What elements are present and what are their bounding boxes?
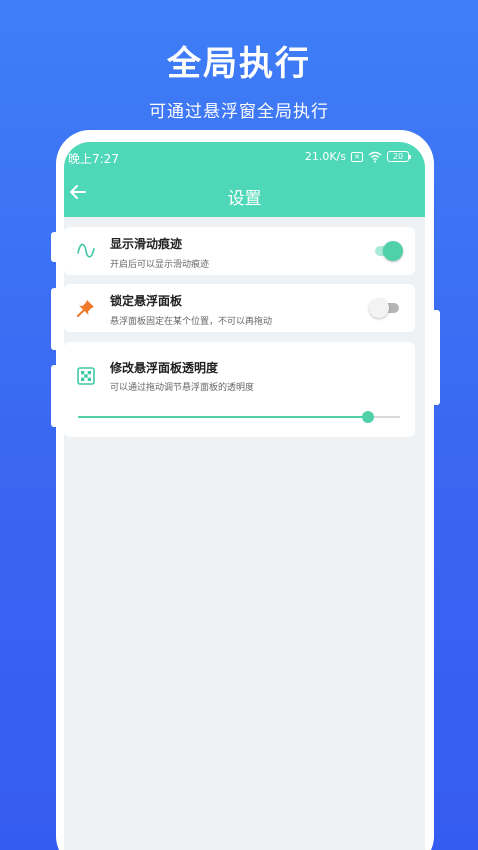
- toggle-thumb: [369, 298, 389, 318]
- setting-description: 可以通过拖动调节悬浮面板的透明度: [110, 383, 255, 393]
- app-bar: 晚上7:27 21.0K/s ✕ 20 设置: [64, 142, 425, 217]
- status-time: 晚上7:27: [68, 152, 119, 166]
- phone-volume-down-button: [51, 365, 59, 427]
- promo-subtitle: 可通过悬浮窗全局执行: [149, 102, 329, 122]
- setting-show-trace: 显示滑动痕迹 开启后可以显示滑动痕迹: [64, 227, 415, 275]
- sim-icon: ✕: [351, 151, 363, 162]
- opacity-slider[interactable]: [78, 410, 400, 424]
- network-speed: 21.0K/s: [304, 150, 346, 163]
- phone-screen: 晚上7:27 21.0K/s ✕ 20 设置 显示滑动痕迹 开启后可以显示滑动痕…: [64, 142, 425, 850]
- slider-knob[interactable]: [361, 411, 374, 423]
- setting-description: 悬浮面板固定在某个位置，不可以再拖动: [110, 317, 273, 327]
- battery-icon: 20: [387, 151, 411, 162]
- setting-lock-panel: 锁定悬浮面板 悬浮面板固定在某个位置，不可以再拖动: [64, 284, 415, 332]
- setting-title: 锁定悬浮面板: [110, 294, 183, 308]
- page-title: 设置: [227, 189, 262, 209]
- setting-panel-opacity: 修改悬浮面板透明度 可以通过拖动调节悬浮面板的透明度: [64, 342, 415, 437]
- lock-panel-toggle[interactable]: [369, 298, 401, 318]
- show-trace-toggle[interactable]: [375, 241, 403, 261]
- opacity-grid-icon: [77, 367, 95, 385]
- wifi-icon: [368, 151, 382, 162]
- phone-side-button: [51, 232, 59, 262]
- pin-icon: [77, 300, 94, 317]
- trace-wave-icon: [77, 243, 95, 258]
- slider-fill: [78, 416, 368, 418]
- promo-title: 全局执行: [167, 44, 311, 84]
- phone-volume-up-button: [51, 288, 59, 350]
- setting-title: 修改悬浮面板透明度: [110, 361, 219, 375]
- status-indicators: 21.0K/s ✕ 20: [304, 150, 411, 163]
- setting-description: 开启后可以显示滑动痕迹: [110, 260, 210, 270]
- toggle-thumb: [383, 241, 403, 261]
- setting-title: 显示滑动痕迹: [110, 237, 183, 251]
- phone-power-button: [432, 310, 440, 405]
